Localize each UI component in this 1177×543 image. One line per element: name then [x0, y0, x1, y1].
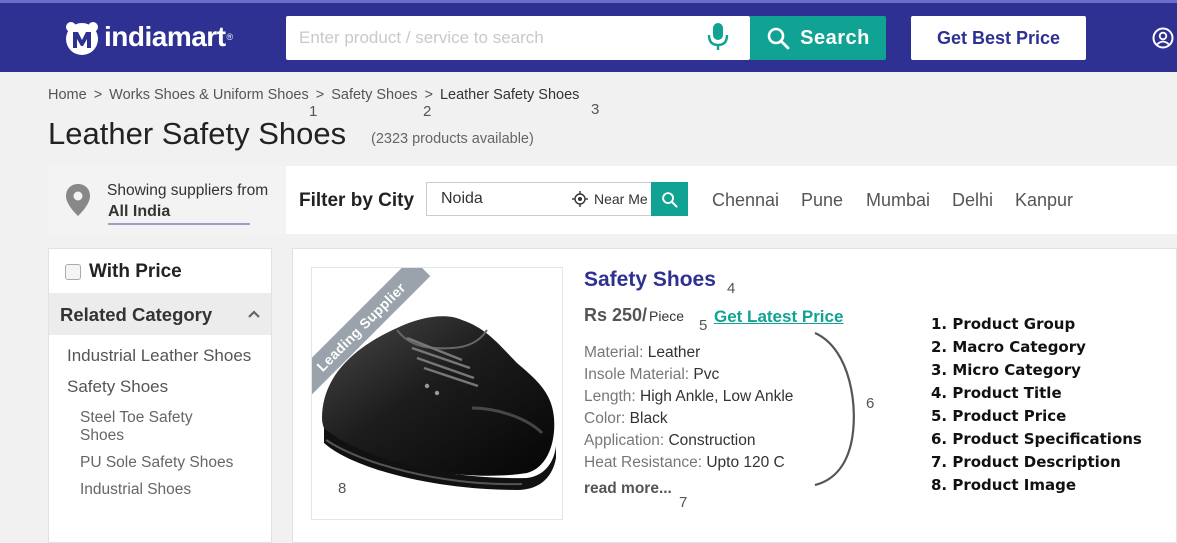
spec-application: Application: Construction [584, 432, 755, 450]
logo-text: indiamart [104, 21, 226, 52]
indiamart-logo[interactable]: indiamart ® [62, 15, 233, 59]
filter-by-city-label: Filter by City [299, 190, 415, 211]
spec-insole-material: Insole Material: Pvc [584, 366, 719, 384]
with-price-checkbox[interactable] [65, 264, 81, 280]
filter-bar: Showing suppliers from All India Filter … [48, 166, 1177, 234]
spec-value: Construction [668, 432, 756, 449]
selected-location[interactable]: All India [108, 203, 250, 225]
product-title[interactable]: Safety Shoes [584, 268, 716, 292]
search-input[interactable] [286, 16, 696, 60]
get-best-price-button[interactable]: Get Best Price [911, 16, 1086, 60]
sidebar: With Price Related Category Industrial L… [48, 248, 272, 543]
city-link-mumbai[interactable]: Mumbai [866, 190, 930, 211]
breadcrumb-separator: > [315, 87, 325, 103]
legend-item: 1. Product Group [931, 315, 1076, 333]
spec-value: Black [629, 410, 668, 427]
legend-item: 4. Product Title [931, 384, 1062, 402]
price-value: Rs 250/ [584, 305, 648, 325]
logo-mark-icon [66, 22, 98, 55]
logo-registered-mark: ® [226, 32, 234, 42]
spec-key: Application: [584, 432, 665, 449]
legend-item: 3. Micro Category [931, 361, 1081, 379]
city-link-pune[interactable]: Pune [801, 190, 843, 211]
microphone-icon[interactable] [706, 22, 730, 52]
spec-color: Color: Black [584, 410, 668, 428]
breadcrumb-macro-category[interactable]: Safety Shoes [331, 87, 417, 103]
category-industrial-leather-shoes[interactable]: Industrial Leather Shoes [67, 346, 251, 366]
product-count: (2323 products available) [371, 131, 534, 147]
spec-key: Heat Resistance: [584, 454, 703, 471]
with-price-filter[interactable]: With Price [65, 261, 182, 283]
legend-item: 7. Product Description [931, 453, 1121, 471]
crosshair-icon [572, 191, 588, 207]
annotation-legend: 1. Product Group 2. Macro Category 3. Mi… [931, 315, 1142, 499]
breadcrumb-micro-category: Leather Safety Shoes [439, 87, 580, 103]
chevron-up-icon[interactable] [247, 307, 261, 321]
price-unit: Piece [649, 308, 685, 324]
near-me-label: Near Me [594, 191, 648, 207]
spec-value: Upto 120 C [706, 454, 785, 471]
search-icon [767, 27, 790, 50]
breadcrumb-separator: > [93, 87, 103, 103]
search-box [286, 16, 750, 60]
search-button[interactable]: Search [750, 16, 886, 60]
spec-length: Length: High Ankle, Low Ankle [584, 388, 793, 406]
spec-material: Material: Leather [584, 344, 700, 362]
category-safety-shoes[interactable]: Safety Shoes [67, 377, 168, 397]
location-selector[interactable]: Showing suppliers from All India [48, 166, 286, 234]
breadcrumb-product-group[interactable]: Works Shoes & Uniform Shoes [109, 87, 309, 103]
annotation-2: 2 [423, 103, 432, 120]
subcategory-steel-toe-safety-shoes[interactable]: Steel Toe Safety Shoes [80, 409, 220, 445]
annotation-7: 7 [679, 494, 688, 511]
related-category-title: Related Category [60, 304, 213, 325]
location-pin-icon [66, 184, 90, 216]
related-category-header[interactable]: Related Category [49, 293, 271, 335]
breadcrumb-separator: > [424, 87, 433, 103]
showing-suppliers-text: Showing suppliers from [107, 182, 269, 199]
get-latest-price-link[interactable]: Get Latest Price [714, 307, 843, 327]
legend-item: 5. Product Price [931, 407, 1067, 425]
legend-item: 8. Product Image [931, 476, 1076, 494]
with-price-label: With Price [89, 261, 182, 282]
spec-key: Color: [584, 410, 626, 427]
city-link-delhi[interactable]: Delhi [952, 190, 993, 211]
product-image[interactable]: Leading Supplier 8 [311, 267, 563, 520]
near-me-button[interactable]: Near Me [572, 191, 648, 207]
subcategory-industrial-shoes[interactable]: Industrial Shoes [80, 481, 260, 499]
annotation-4: 4 [727, 280, 736, 297]
breadcrumb: Home > Works Shoes & Uniform Shoes > Safety … [48, 87, 579, 103]
page-title: Leather Safety Shoes [48, 116, 347, 151]
spec-bracket-icon [814, 331, 855, 487]
product-price: Rs 250/Piece [584, 305, 684, 326]
subcategory-pu-sole-safety-shoes[interactable]: PU Sole Safety Shoes [80, 454, 260, 472]
spec-value: Leather [647, 344, 701, 361]
annotation-8: 8 [338, 480, 347, 497]
spec-key: Length: [584, 388, 636, 405]
annotation-6: 6 [866, 395, 875, 412]
spec-heat-resistance: Heat Resistance: Upto 120 C [584, 454, 785, 472]
city-input-wrap: Near Me [426, 182, 652, 216]
legend-item: 2. Macro Category [931, 338, 1086, 356]
safety-shoe-image [322, 316, 556, 490]
user-icon[interactable] [1152, 27, 1174, 49]
annotation-5: 5 [699, 317, 708, 334]
search-button-label: Search [800, 26, 870, 49]
city-input[interactable] [427, 183, 557, 215]
spec-key: Insole Material: [584, 366, 690, 383]
read-more-link[interactable]: read more... [584, 480, 672, 498]
annotation-3: 3 [591, 101, 600, 118]
breadcrumb-home[interactable]: Home [48, 87, 87, 103]
city-link-chennai[interactable]: Chennai [712, 190, 779, 211]
city-link-kanpur[interactable]: Kanpur [1015, 190, 1073, 211]
spec-value: High Ankle, Low Ankle [640, 388, 794, 405]
spec-key: Material: [584, 344, 644, 361]
spec-value: Pvc [693, 366, 720, 383]
city-search-button[interactable] [651, 182, 688, 216]
legend-item: 6. Product Specifications [931, 430, 1142, 448]
search-icon [662, 191, 678, 208]
